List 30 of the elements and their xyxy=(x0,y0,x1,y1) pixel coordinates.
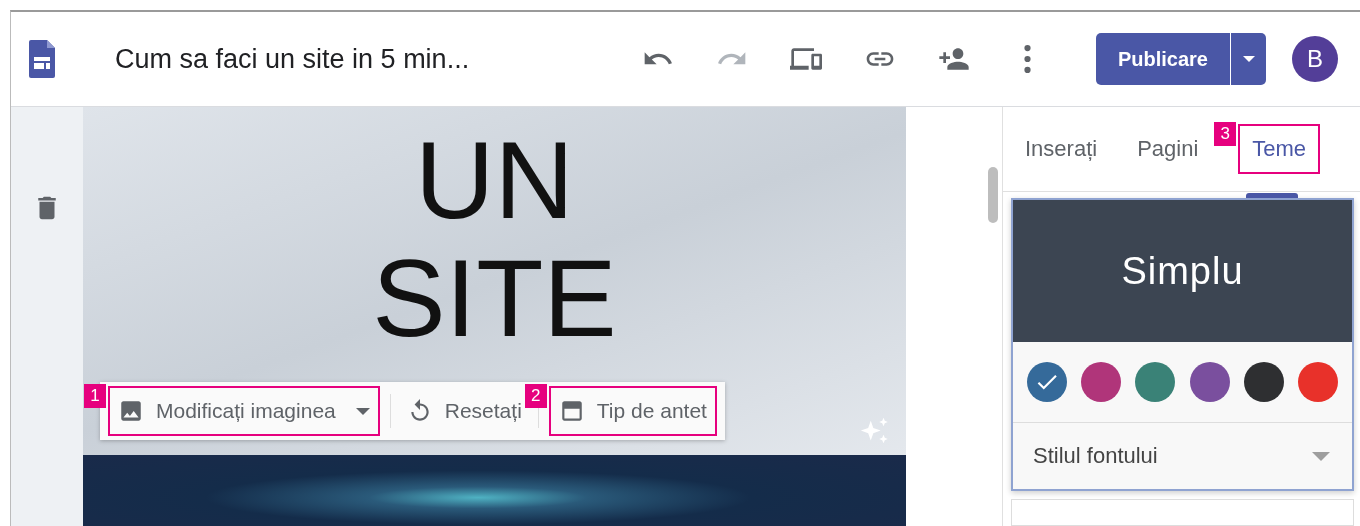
tab[interactable]: Teme xyxy=(1252,132,1307,166)
caret-icon xyxy=(1242,56,1255,62)
avatar[interactable]: B xyxy=(1292,36,1338,82)
color-swatch[interactable] xyxy=(1081,362,1122,402)
theme-card[interactable]: Simplu Stilul fontului xyxy=(1011,198,1354,491)
caret-icon xyxy=(355,407,370,415)
theme-preview: Simplu xyxy=(1013,200,1352,342)
document-title[interactable]: Cum sa faci un site in 5 min... xyxy=(115,43,638,75)
color-swatch[interactable] xyxy=(1027,362,1067,402)
banner-title[interactable]: UN SITE xyxy=(372,121,617,357)
image-dropdown[interactable]: Modificați imaginea xyxy=(112,392,376,430)
color-swatch[interactable] xyxy=(1189,362,1230,402)
tab[interactable]: Pagini xyxy=(1137,132,1199,166)
more-icon xyxy=(1023,45,1033,73)
color-swatch[interactable] xyxy=(1297,362,1338,402)
publish-button[interactable]: Publicare xyxy=(1095,33,1230,85)
color-swatch[interactable] xyxy=(1243,362,1284,402)
tab-indicator xyxy=(1246,193,1299,198)
callout-number: 1 xyxy=(84,384,106,408)
header-type-button[interactable]: Tip de antet xyxy=(552,392,713,430)
font-style-dropdown[interactable]: Stilul fontului xyxy=(1013,423,1352,489)
sites-logo-icon[interactable] xyxy=(29,40,55,78)
callout-number: 2 xyxy=(524,384,547,408)
tab[interactable]: Inserați xyxy=(1025,132,1098,166)
callout-number: 3 xyxy=(1214,122,1237,146)
image-icon xyxy=(118,398,144,424)
color-swatch[interactable] xyxy=(1135,362,1176,402)
publish-options-button[interactable] xyxy=(1230,33,1266,85)
scrollbar[interactable] xyxy=(988,167,998,223)
caret-icon xyxy=(1312,451,1330,461)
